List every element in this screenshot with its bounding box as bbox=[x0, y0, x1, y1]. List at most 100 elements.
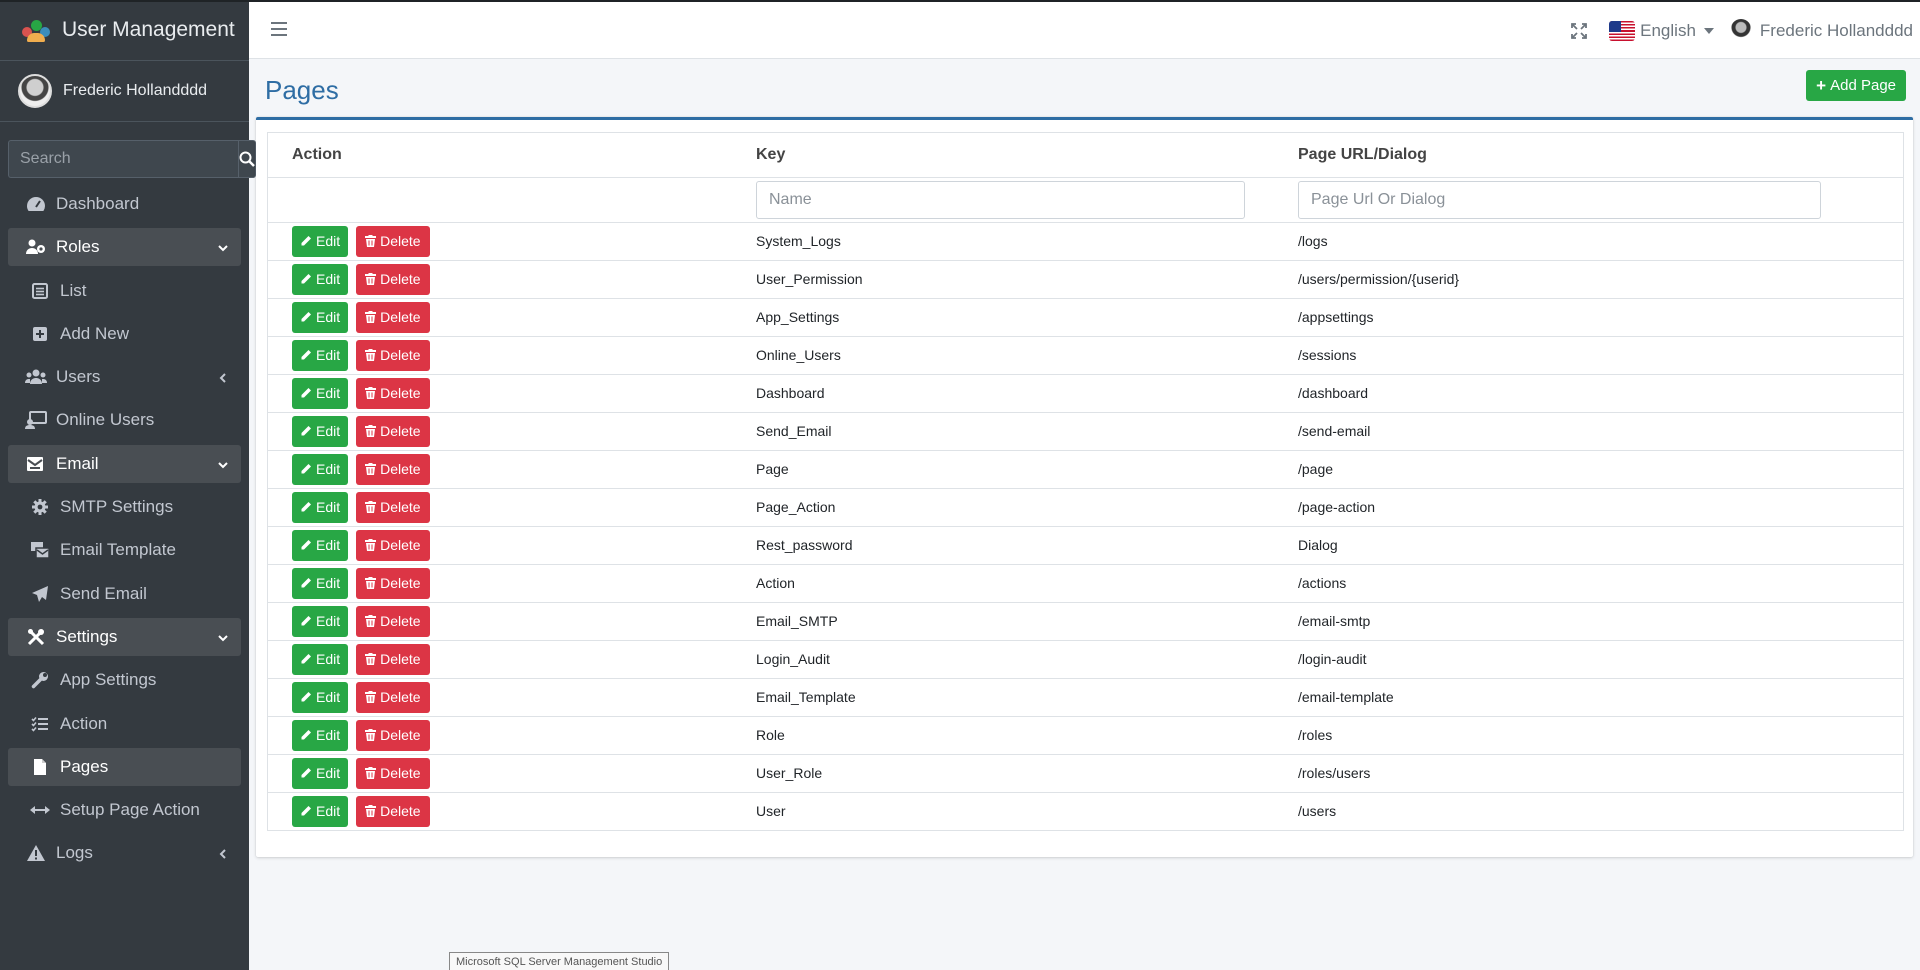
edit-button[interactable]: Edit bbox=[292, 719, 349, 751]
edit-button[interactable]: Edit bbox=[292, 491, 349, 523]
plus-icon: + bbox=[1816, 75, 1827, 95]
edit-label: Edit bbox=[316, 537, 341, 553]
us-flag-icon bbox=[1609, 20, 1636, 41]
sidebar-item-pages[interactable]: Pages bbox=[8, 747, 241, 786]
delete-button[interactable]: Delete bbox=[356, 263, 430, 295]
user-menu[interactable]: Frederic Hollandddd bbox=[1729, 18, 1913, 43]
column-header-key[interactable]: Key bbox=[756, 133, 1298, 177]
key-filter-input[interactable] bbox=[756, 180, 1245, 219]
pencil-icon bbox=[300, 425, 312, 437]
trash-icon bbox=[365, 311, 377, 323]
edit-label: Edit bbox=[316, 803, 341, 820]
delete-button[interactable]: Delete bbox=[356, 415, 430, 447]
sidebar-item-email-template[interactable]: Email Template bbox=[8, 531, 241, 569]
table-row: Edit Delete App_Settings/appsettings bbox=[268, 297, 1903, 336]
url-filter-input[interactable] bbox=[1298, 180, 1821, 219]
delete-button[interactable]: Delete bbox=[356, 301, 430, 333]
pencil-icon bbox=[300, 729, 312, 741]
sidebar-item-app-settings[interactable]: App Settings bbox=[8, 661, 241, 699]
delete-button[interactable]: Delete bbox=[356, 529, 430, 561]
edit-button[interactable]: Edit bbox=[292, 757, 349, 789]
key-cell: System_Logs bbox=[756, 221, 1298, 260]
sidebar-item-send-email[interactable]: Send Email bbox=[8, 575, 241, 613]
edit-button[interactable]: Edit bbox=[292, 339, 349, 371]
trash-icon bbox=[365, 387, 377, 399]
page-title: Pages bbox=[265, 75, 339, 105]
sidebar-item-label: Email Template bbox=[60, 540, 176, 560]
edit-label: Edit bbox=[316, 233, 341, 249]
delete-button[interactable]: Delete bbox=[356, 681, 430, 713]
edit-button[interactable]: Edit bbox=[292, 301, 349, 333]
url-cell: /login-audit bbox=[1298, 639, 1903, 678]
delete-button[interactable]: Delete bbox=[356, 225, 430, 257]
sidebar-item-add-new[interactable]: Add New bbox=[8, 315, 241, 353]
sidebar-item-label: List bbox=[60, 280, 87, 300]
delete-button[interactable]: Delete bbox=[356, 757, 430, 789]
users-icon bbox=[24, 367, 48, 387]
edit-button[interactable]: Edit bbox=[292, 605, 349, 637]
edit-button[interactable]: Edit bbox=[292, 377, 349, 409]
pencil-icon bbox=[300, 235, 312, 247]
edit-label: Edit bbox=[316, 727, 341, 743]
search-input[interactable] bbox=[8, 140, 238, 178]
delete-button[interactable]: Delete bbox=[356, 719, 430, 751]
edit-button[interactable]: Edit bbox=[292, 567, 349, 599]
trash-icon bbox=[365, 729, 377, 741]
sidebar-item-list[interactable]: List bbox=[8, 272, 241, 310]
sidebar-item-online-users[interactable]: Online Users bbox=[8, 401, 241, 439]
trash-icon bbox=[365, 539, 377, 551]
fullscreen-icon[interactable] bbox=[1571, 22, 1588, 39]
delete-button[interactable]: Delete bbox=[356, 491, 430, 523]
delete-button[interactable]: Delete bbox=[356, 605, 430, 637]
pencil-icon bbox=[300, 615, 312, 627]
edit-button[interactable]: Edit bbox=[292, 263, 349, 295]
delete-button[interactable]: Delete bbox=[356, 339, 430, 371]
edit-button[interactable]: Edit bbox=[292, 795, 349, 827]
edit-button[interactable]: Edit bbox=[292, 225, 349, 257]
sidebar-item-label: Logs bbox=[56, 843, 93, 863]
delete-label: Delete bbox=[380, 423, 421, 439]
trash-icon bbox=[365, 501, 377, 513]
edit-button[interactable]: Edit bbox=[292, 643, 349, 675]
trash-icon bbox=[365, 653, 377, 665]
add-page-button[interactable]: + Add Page bbox=[1806, 70, 1906, 101]
action-cell: Edit Delete bbox=[268, 601, 756, 640]
delete-button[interactable]: Delete bbox=[356, 567, 430, 599]
sidebar-item-settings[interactable]: Settings bbox=[8, 617, 241, 656]
delete-button[interactable]: Delete bbox=[356, 377, 430, 409]
delete-button[interactable]: Delete bbox=[356, 453, 430, 485]
action-cell: Edit Delete bbox=[268, 411, 756, 450]
table-row: Edit Delete Action/actions bbox=[268, 563, 1903, 602]
language-dropdown[interactable]: English bbox=[1609, 20, 1714, 41]
action-cell: Edit Delete bbox=[268, 525, 756, 564]
action-cell: Edit Delete bbox=[268, 297, 756, 336]
brand-link[interactable]: User Management bbox=[0, 0, 249, 61]
sidebar-item-action[interactable]: Action bbox=[8, 705, 241, 743]
edit-button[interactable]: Edit bbox=[292, 453, 349, 485]
taskbar-tooltip: Microsoft SQL Server Management Studio bbox=[449, 952, 670, 970]
edit-button[interactable]: Edit bbox=[292, 529, 349, 561]
user-panel[interactable]: Frederic Hollandddd bbox=[0, 61, 249, 122]
delete-button[interactable]: Delete bbox=[356, 795, 430, 827]
key-cell: User_Permission bbox=[756, 259, 1298, 298]
action-cell: Edit Delete bbox=[268, 373, 756, 412]
key-cell: Dashboard bbox=[756, 373, 1298, 412]
delete-label: Delete bbox=[380, 613, 421, 629]
pages-table-wrapper: Action Key Page URL/Dialog Edit Delete Sys… bbox=[267, 132, 1904, 831]
delete-button[interactable]: Delete bbox=[356, 643, 430, 675]
delete-label: Delete bbox=[380, 347, 421, 363]
sidebar-item-roles[interactable]: Roles bbox=[8, 228, 241, 267]
sidebar-item-setup-page-action[interactable]: Setup Page Action bbox=[8, 791, 241, 829]
sidebar-item-smtp-settings[interactable]: SMTP Settings bbox=[8, 488, 241, 526]
search-button[interactable] bbox=[238, 140, 256, 178]
hamburger-menu-icon[interactable] bbox=[271, 22, 287, 36]
sidebar-item-logs[interactable]: Logs bbox=[8, 834, 241, 872]
app-title: User Management bbox=[62, 18, 235, 41]
pencil-icon bbox=[300, 691, 312, 703]
sidebar-item-email[interactable]: Email bbox=[8, 444, 241, 483]
sidebar-item-users[interactable]: Users bbox=[8, 358, 241, 396]
edit-button[interactable]: Edit bbox=[292, 415, 349, 447]
column-header-url[interactable]: Page URL/Dialog bbox=[1298, 133, 1903, 177]
sidebar-item-dashboard[interactable]: Dashboard bbox=[8, 185, 241, 223]
edit-button[interactable]: Edit bbox=[292, 681, 349, 713]
